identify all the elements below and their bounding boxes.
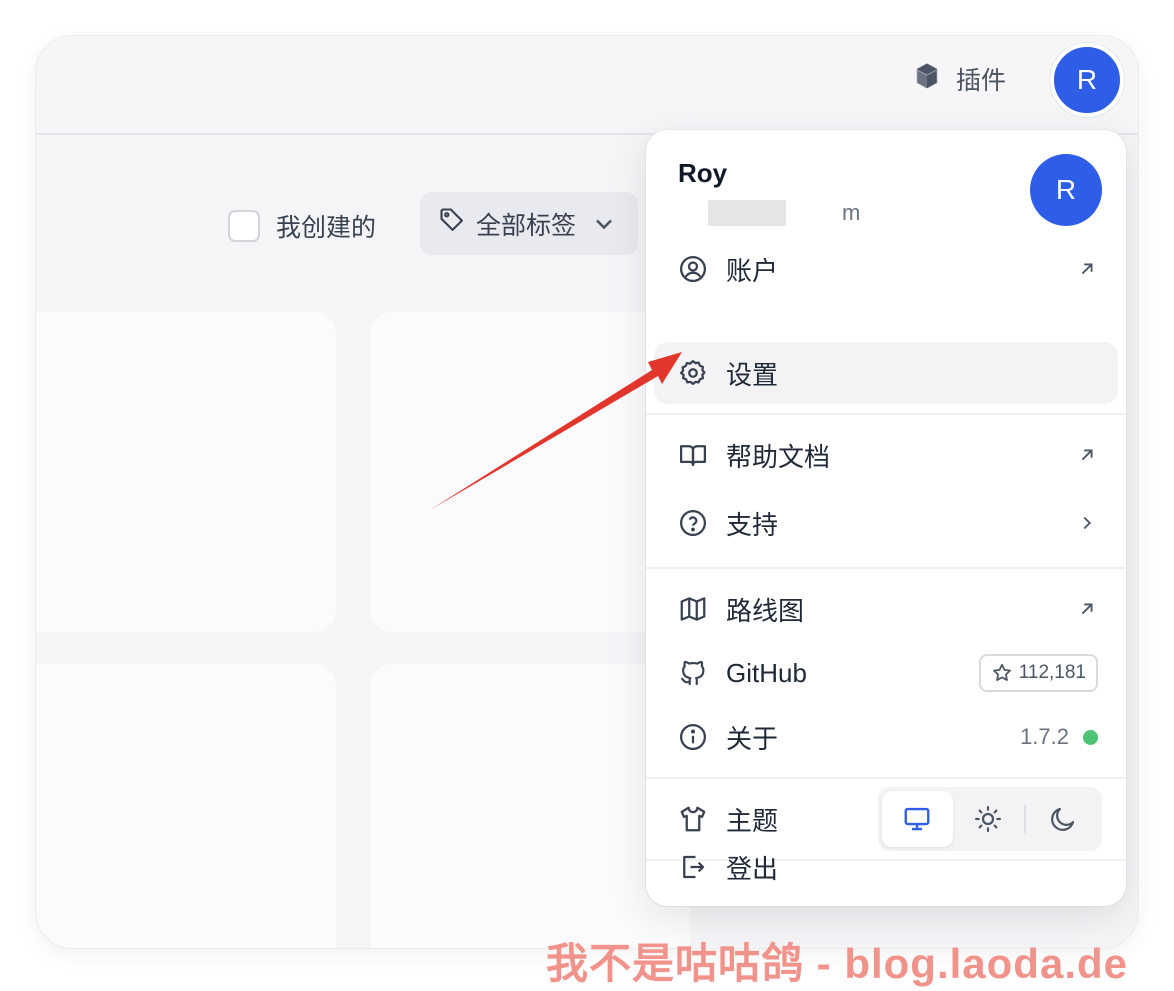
app-window: 插件 R 我创建的 全部标签 Roy m R 账户 设置 帮助文档 支持 路线图…: [36, 36, 1138, 948]
github-icon: [678, 658, 708, 688]
star-icon: [991, 662, 1013, 684]
tag-filter-label: 全部标签: [476, 211, 577, 240]
star-count: 112,181: [1018, 662, 1086, 683]
shirt-icon: [678, 804, 708, 834]
book-open-icon: [678, 440, 708, 470]
arrow-up-right-icon: [1076, 598, 1098, 620]
chevron-down-icon: [590, 210, 618, 238]
my-created-filter[interactable]: 我创建的: [228, 208, 376, 244]
user-avatar-button[interactable]: R: [1050, 43, 1124, 117]
email-redaction: [708, 200, 786, 226]
menu-item-logout-row[interactable]: 登出: [654, 836, 1118, 898]
menu-divider: [646, 777, 1126, 779]
info-icon: [678, 722, 708, 752]
menu-divider: [646, 413, 1126, 415]
watermark-text: 我不是咕咕鸽 - blog.laoda.de: [546, 940, 1129, 987]
github-stars-badge[interactable]: 112,181: [978, 654, 1098, 692]
user-circle-icon: [678, 254, 708, 284]
arrow-up-right-icon: [1076, 258, 1098, 280]
arrow-up-right-icon: [1076, 444, 1098, 466]
tag-filter-dropdown[interactable]: 全部标签: [420, 192, 638, 255]
menu-item-settings[interactable]: 设置: [654, 342, 1118, 404]
user-name: Roy: [678, 158, 728, 188]
menu-divider: [646, 567, 1126, 569]
menu-item-about[interactable]: 关于 1.7.2: [654, 706, 1118, 768]
sun-icon: [973, 804, 1003, 834]
content-card[interactable]: [36, 312, 336, 632]
user-dropdown-menu: Roy m R 账户 设置 帮助文档 支持 路线图 GitHub 112,181…: [646, 130, 1126, 906]
content-card[interactable]: [370, 312, 690, 632]
menu-item-support[interactable]: 支持: [654, 492, 1118, 554]
logout-label: 登出: [726, 853, 779, 884]
monitor-icon: [902, 804, 932, 834]
chevron-right-icon: [1076, 512, 1098, 534]
my-created-checkbox[interactable]: [228, 210, 260, 242]
plugins-label: 插件: [956, 67, 1007, 95]
moon-icon: [1048, 804, 1078, 834]
package-icon: [912, 61, 942, 98]
menu-item-github[interactable]: GitHub 112,181: [654, 642, 1118, 704]
menu-avatar: R: [1030, 154, 1102, 226]
tag-icon: [438, 206, 466, 241]
help-circle-icon: [678, 508, 708, 538]
theme-separator: [1024, 805, 1027, 833]
logout-icon: [678, 852, 708, 882]
user-email: m: [842, 200, 867, 225]
menu-item-roadmap[interactable]: 路线图: [654, 578, 1118, 640]
map-icon: [678, 594, 708, 624]
menu-item-docs[interactable]: 帮助文档: [654, 424, 1118, 486]
top-bar: 插件 R: [36, 36, 1138, 135]
gear-icon: [678, 358, 708, 388]
my-created-label: 我创建的: [276, 214, 377, 242]
content-card[interactable]: [370, 664, 690, 948]
plugins-button[interactable]: 插件: [912, 62, 1006, 96]
status-dot: [1083, 729, 1098, 745]
version-text: 1.7.2: [1020, 724, 1069, 749]
content-card[interactable]: [36, 664, 336, 948]
menu-item-account[interactable]: 账户: [654, 238, 1118, 300]
